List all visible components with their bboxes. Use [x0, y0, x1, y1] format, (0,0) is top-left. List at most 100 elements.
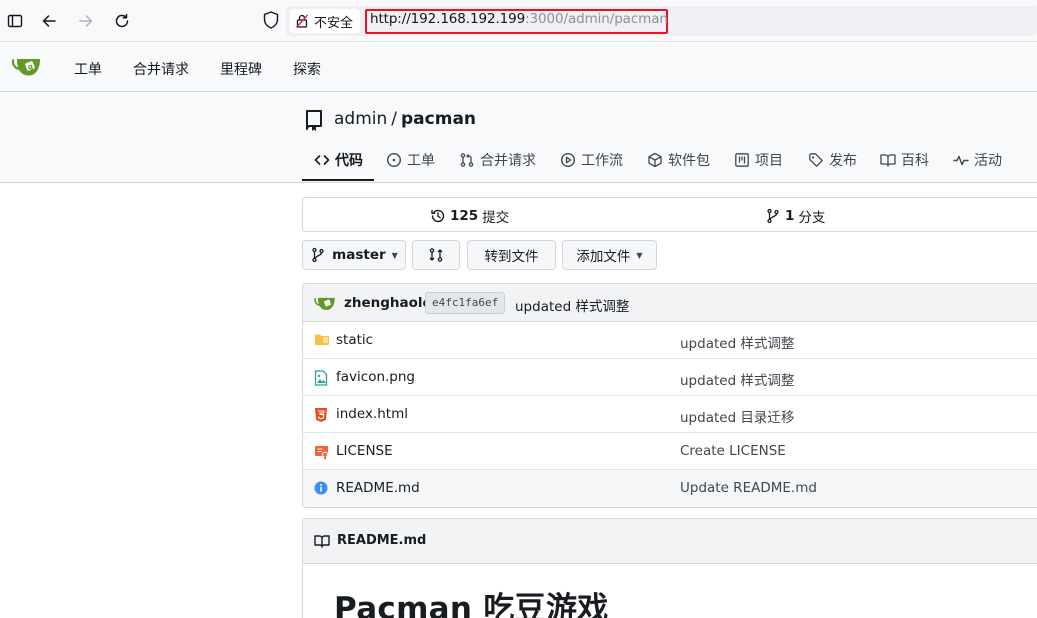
- commits-count: 125: [450, 208, 479, 224]
- url-path: :3000/admin/pacman: [525, 11, 668, 27]
- tab-label: 活动: [974, 153, 1002, 169]
- file-commit-message[interactable]: updated 样式调整: [680, 332, 794, 352]
- branches-label: 分支: [798, 210, 826, 226]
- forward-button[interactable]: [74, 9, 98, 33]
- compare-icon: [429, 248, 443, 262]
- chevron-down-icon: ▼: [636, 250, 643, 260]
- goto-file-label: 转到文件: [484, 249, 539, 265]
- nav-pull-requests[interactable]: 合并请求: [133, 59, 189, 79]
- arrow-right-icon: [79, 15, 93, 27]
- reload-button[interactable]: [110, 9, 134, 33]
- nav-milestones[interactable]: 里程碑: [220, 59, 262, 79]
- html-file-icon: [314, 407, 328, 423]
- gitea-tea-icon: g: [12, 58, 41, 76]
- folder-icon: [314, 333, 330, 347]
- readme-filename-link[interactable]: README.md: [337, 533, 426, 548]
- package-icon: [648, 152, 662, 168]
- play-icon: [560, 152, 576, 168]
- readme-heading: Pacman 吃豆游戏: [334, 591, 609, 618]
- branch-selector-button[interactable]: master ▼: [302, 240, 406, 270]
- tab-label: 工作流: [581, 153, 623, 169]
- active-tab-indicator: [302, 179, 374, 181]
- add-file-button[interactable]: 添加文件 ▼: [562, 240, 657, 270]
- tab-releases[interactable]: 发布: [808, 148, 857, 172]
- tab-projects[interactable]: 项目: [734, 148, 783, 172]
- repo-title: admin / pacman: [334, 109, 476, 129]
- gitea-logo[interactable]: g: [12, 55, 44, 79]
- connection-security-badge[interactable]: 不安全: [290, 9, 361, 33]
- history-icon: [431, 209, 445, 223]
- file-row[interactable]: LICENSE Create LICENSE: [303, 433, 1037, 470]
- repo-stats-bar: 125 提交 1 分支: [302, 197, 1037, 232]
- tab-pull-requests[interactable]: 合并请求: [459, 148, 536, 172]
- branches-link[interactable]: 1 分支: [765, 206, 825, 226]
- tab-activity[interactable]: 活动: [953, 148, 1002, 172]
- book-icon: [880, 154, 896, 167]
- tab-label: 发布: [829, 153, 857, 169]
- file-row[interactable]: README.md Update README.md: [303, 470, 1037, 507]
- file-name-link[interactable]: favicon.png: [336, 369, 415, 385]
- tab-actions[interactable]: 工作流: [560, 148, 623, 172]
- tab-code[interactable]: 代码: [314, 148, 363, 172]
- tab-label: 代码: [335, 153, 363, 169]
- gitea-avatar-icon: [314, 297, 335, 310]
- repo-owner-link[interactable]: admin: [334, 109, 387, 129]
- tab-packages[interactable]: 软件包: [647, 148, 710, 172]
- license-file-icon: [314, 444, 330, 460]
- project-icon: [735, 153, 749, 167]
- pull-request-icon: [460, 153, 474, 167]
- tracking-protection-button[interactable]: [262, 10, 280, 30]
- security-label: 不安全: [314, 15, 354, 31]
- file-commit-message[interactable]: updated 目录迁移: [680, 406, 794, 426]
- info-file-icon: [314, 481, 328, 495]
- tab-label: 项目: [755, 153, 783, 169]
- tab-wiki[interactable]: 百科: [880, 148, 929, 172]
- repo-separator: /: [391, 109, 398, 129]
- file-commit-message[interactable]: Create LICENSE: [680, 443, 786, 459]
- url-host: http://192.168.192.199: [370, 11, 526, 27]
- file-commit-message[interactable]: updated 样式调整: [680, 369, 794, 389]
- reload-icon: [115, 13, 129, 28]
- insecure-lock-icon: [295, 14, 309, 28]
- file-row[interactable]: favicon.png updated 样式调整: [303, 359, 1037, 396]
- file-commit-message[interactable]: Update README.md: [680, 480, 817, 496]
- avatar[interactable]: [314, 295, 338, 311]
- file-row[interactable]: index.html updated 目录迁移: [303, 396, 1037, 433]
- latest-commit-row: zhenghaole e4fc1fa6ef updated 样式调整: [303, 284, 1037, 322]
- book-icon: [314, 533, 330, 549]
- tab-issues[interactable]: 工单: [386, 148, 435, 172]
- commit-sha-badge[interactable]: e4fc1fa6ef: [425, 292, 506, 314]
- commits-link[interactable]: 125 提交: [430, 206, 509, 226]
- issue-icon: [386, 152, 402, 168]
- sidebar-toggle-button[interactable]: [3, 9, 27, 33]
- tab-label: 软件包: [668, 153, 710, 169]
- tab-label: 合并请求: [480, 153, 536, 169]
- goto-file-button[interactable]: 转到文件: [467, 240, 556, 270]
- repo-name-link[interactable]: pacman: [401, 109, 476, 129]
- add-file-label: 添加文件: [576, 249, 631, 265]
- pulse-icon: [953, 155, 969, 166]
- file-list: zhenghaole e4fc1fa6ef updated 样式调整 stati…: [302, 283, 1037, 508]
- file-name-link[interactable]: README.md: [336, 480, 420, 496]
- readme-header: README.md: [303, 519, 1037, 564]
- url-text[interactable]: http://192.168.192.199:3000/admin/pacman: [370, 11, 668, 27]
- back-button[interactable]: [37, 9, 61, 33]
- commits-label: 提交: [482, 210, 510, 226]
- code-icon: [314, 155, 330, 165]
- nav-issues[interactable]: 工单: [74, 59, 102, 79]
- branch-icon: [767, 208, 779, 224]
- readme-panel: README.md Pacman 吃豆游戏: [302, 518, 1037, 618]
- sidebar-icon: [7, 14, 23, 28]
- app-navbar: g 工单 合并请求 里程碑 探索: [0, 43, 1037, 92]
- file-name-link[interactable]: LICENSE: [336, 443, 393, 459]
- commit-message[interactable]: updated 样式调整: [515, 295, 629, 315]
- file-name-link[interactable]: static: [336, 332, 373, 348]
- nav-explore[interactable]: 探索: [293, 59, 321, 79]
- file-name-link[interactable]: index.html: [336, 406, 408, 422]
- compare-button[interactable]: [412, 240, 460, 270]
- commit-author-link[interactable]: zhenghaole: [344, 295, 432, 311]
- arrow-left-icon: [42, 15, 56, 27]
- tag-icon: [809, 153, 823, 167]
- file-row[interactable]: static updated 样式调整: [303, 322, 1037, 359]
- shield-icon: [263, 11, 279, 29]
